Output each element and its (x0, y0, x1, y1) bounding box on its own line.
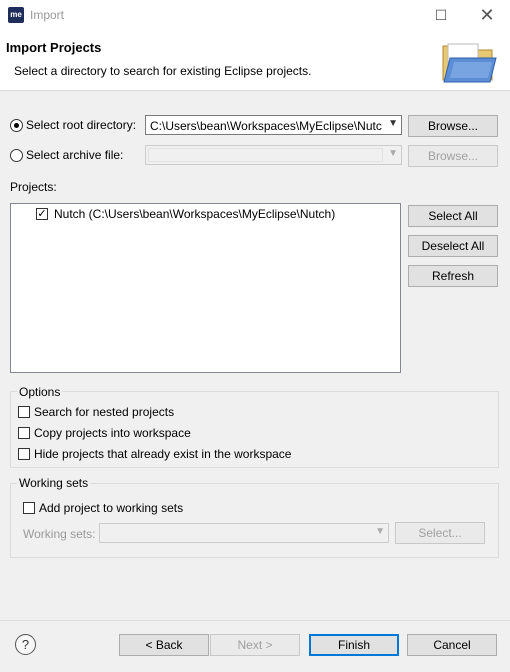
app-logo-icon: me (8, 7, 24, 23)
help-icon[interactable]: ? (15, 634, 36, 655)
hide-existing-checkbox[interactable] (18, 448, 30, 460)
archive-file-label: Select archive file: (26, 148, 124, 162)
options-title: Options (17, 385, 63, 399)
add-working-sets-checkbox[interactable] (23, 502, 35, 514)
root-directory-value: C:\Users\bean\Workspaces\MyEclipse\Nutc (150, 119, 382, 133)
projects-label: Projects: (10, 180, 57, 194)
project-item-nutch[interactable]: Nutch (C:\Users\bean\Workspaces\MyEclips… (54, 207, 335, 221)
finish-button[interactable]: Finish (309, 634, 399, 656)
archive-file-combo[interactable]: ▼ (145, 145, 402, 165)
project-checkbox[interactable]: ✓ (36, 208, 48, 220)
chevron-down-icon[interactable]: ▼ (375, 526, 385, 537)
nested-projects-checkbox[interactable] (18, 406, 30, 418)
next-button[interactable]: Next > (210, 634, 300, 656)
chevron-down-icon[interactable]: ▼ (388, 148, 398, 159)
deselect-all-button[interactable]: Deselect All (408, 235, 498, 257)
archive-file-radio[interactable] (10, 149, 23, 162)
projects-list[interactable] (10, 203, 401, 373)
footer-separator (0, 620, 510, 621)
close-icon[interactable]: ✕ (464, 0, 510, 30)
cancel-button[interactable]: Cancel (407, 634, 497, 656)
working-sets-combo[interactable]: ▼ (99, 523, 389, 543)
refresh-button[interactable]: Refresh (408, 265, 498, 287)
add-working-sets-label: Add project to working sets (39, 501, 184, 515)
page-description: Select a directory to search for existin… (14, 64, 312, 78)
hide-existing-label: Hide projects that already exist in the … (34, 447, 292, 461)
nested-projects-label: Search for nested projects (34, 405, 175, 419)
working-sets-label: Working sets: (23, 527, 96, 541)
root-directory-label: Select root directory: (26, 118, 137, 132)
select-working-sets-button[interactable]: Select... (395, 522, 485, 544)
working-sets-group (10, 483, 499, 558)
back-button[interactable]: < Back (119, 634, 209, 656)
browse-root-button[interactable]: Browse... (408, 115, 498, 137)
root-directory-radio[interactable] (10, 119, 23, 132)
select-all-button[interactable]: Select All (408, 205, 498, 227)
page-title: Import Projects (6, 40, 102, 55)
maximize-icon[interactable]: ☐ (418, 0, 464, 30)
folder-icon (442, 43, 497, 83)
copy-projects-label: Copy projects into workspace (34, 426, 191, 440)
copy-projects-checkbox[interactable] (18, 427, 30, 439)
root-directory-combo[interactable]: C:\Users\bean\Workspaces\MyEclipse\Nutc … (145, 115, 402, 135)
chevron-down-icon[interactable]: ▼ (388, 118, 398, 129)
working-sets-title: Working sets (17, 476, 91, 490)
window-title: Import (30, 8, 65, 22)
browse-archive-button[interactable]: Browse... (408, 145, 498, 167)
